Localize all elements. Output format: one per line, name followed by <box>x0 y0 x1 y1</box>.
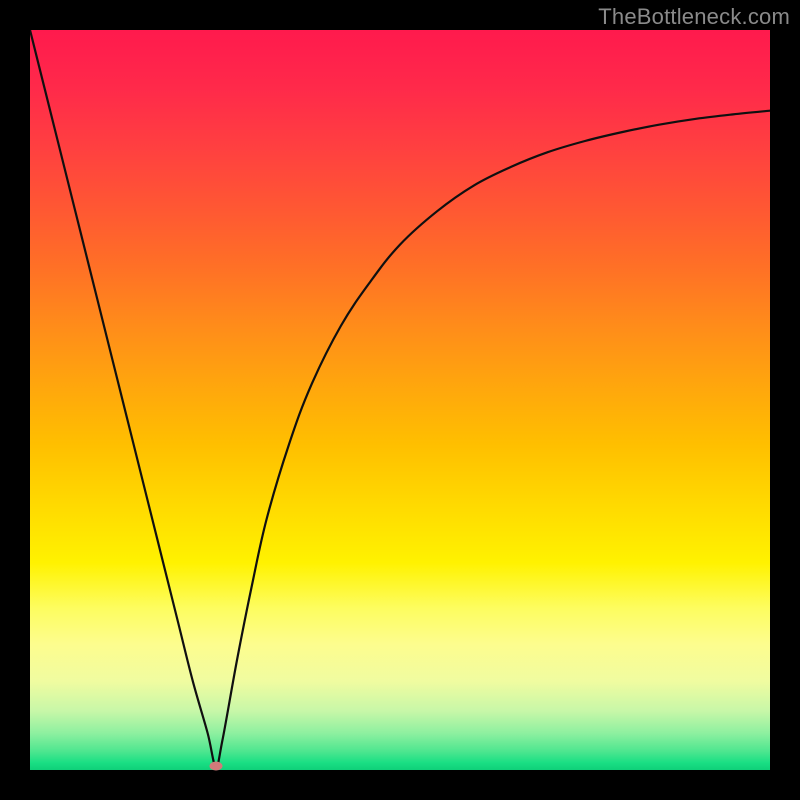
bottleneck-curve <box>30 30 770 770</box>
chart-frame: TheBottleneck.com <box>0 0 800 800</box>
watermark-text: TheBottleneck.com <box>598 4 790 30</box>
chart-plot-area <box>30 30 770 770</box>
minimum-marker <box>209 762 222 771</box>
